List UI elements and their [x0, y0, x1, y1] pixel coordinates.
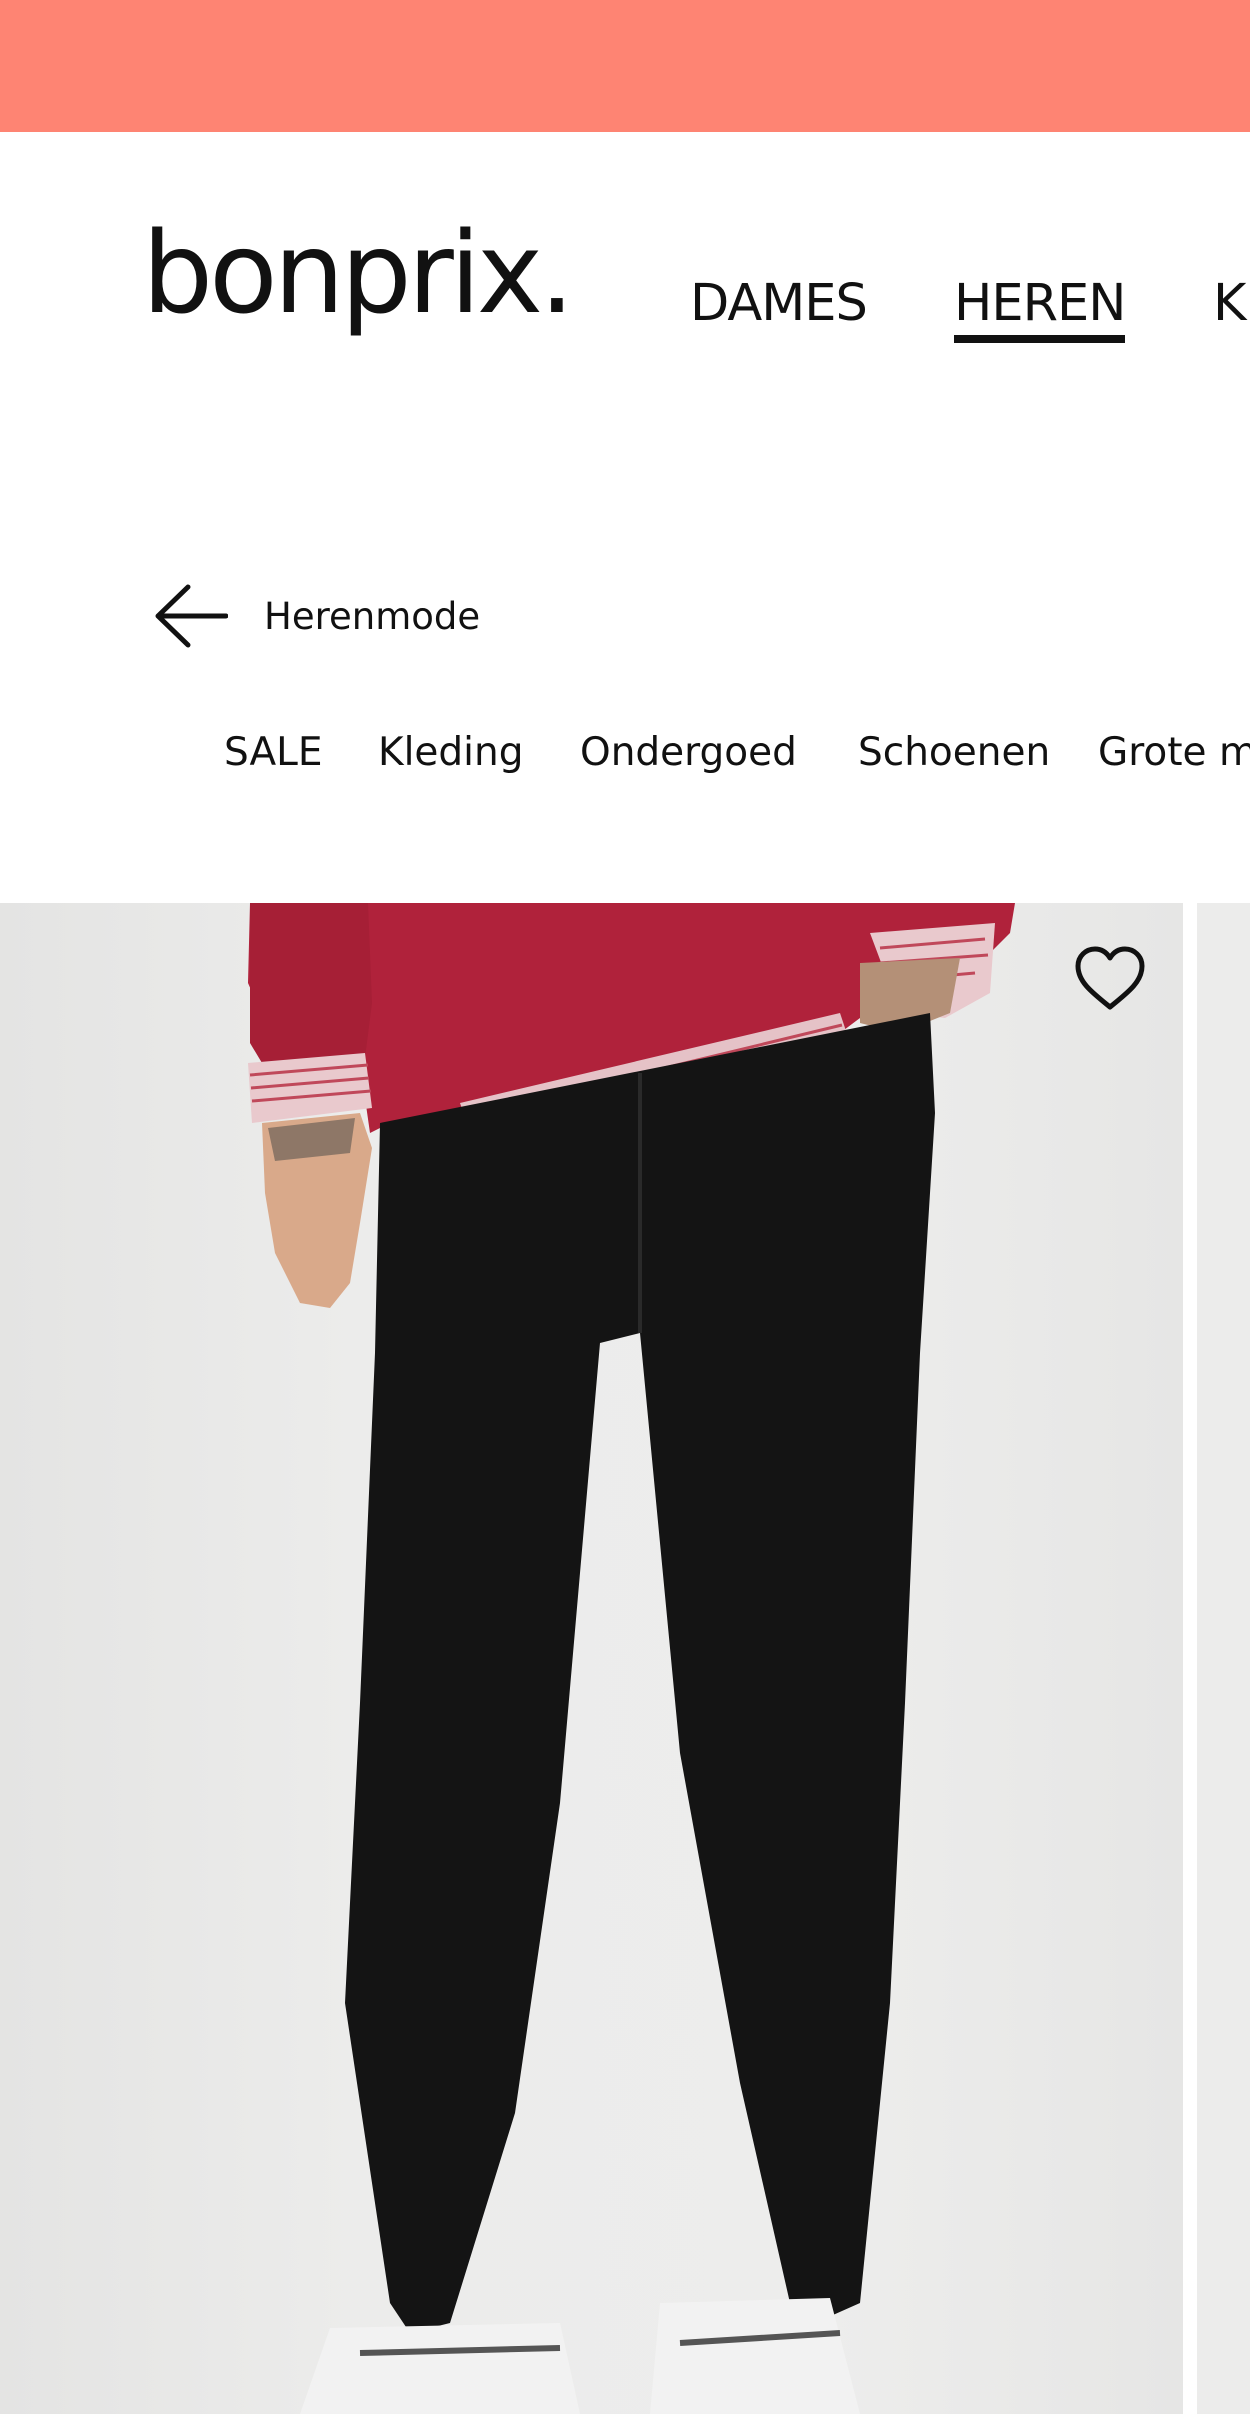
- next-product-card[interactable]: [1197, 903, 1250, 2414]
- product-grid: [0, 903, 1250, 2414]
- subnav-item-schoenen[interactable]: Schoenen: [858, 730, 1050, 775]
- subnav-item-kleding[interactable]: Kleding: [378, 730, 523, 775]
- subnav-item-ondergoed[interactable]: Ondergoed: [580, 730, 797, 775]
- nav-item-heren[interactable]: HEREN: [954, 274, 1126, 343]
- wishlist-heart-icon[interactable]: [1070, 939, 1150, 1019]
- subnav-item-sale[interactable]: SALE: [224, 730, 323, 775]
- subnav-item-grote-maten[interactable]: Grote maten: [1098, 730, 1250, 775]
- bonprix-logo[interactable]: bonprix.: [142, 218, 575, 330]
- nav-item-dames[interactable]: DAMES: [690, 274, 868, 333]
- nav-item-kinderen[interactable]: K: [1213, 274, 1246, 333]
- promo-banner: [0, 0, 1250, 132]
- back-link-label: Herenmode: [264, 594, 481, 638]
- category-subnav: SALE Kleding Ondergoed Schoenen Grote ma…: [224, 730, 1250, 790]
- arrow-left-icon: [150, 581, 228, 651]
- product-card[interactable]: [0, 903, 1183, 2414]
- product-image: [248, 903, 1015, 2414]
- back-link-herenmode[interactable]: Herenmode: [150, 576, 480, 656]
